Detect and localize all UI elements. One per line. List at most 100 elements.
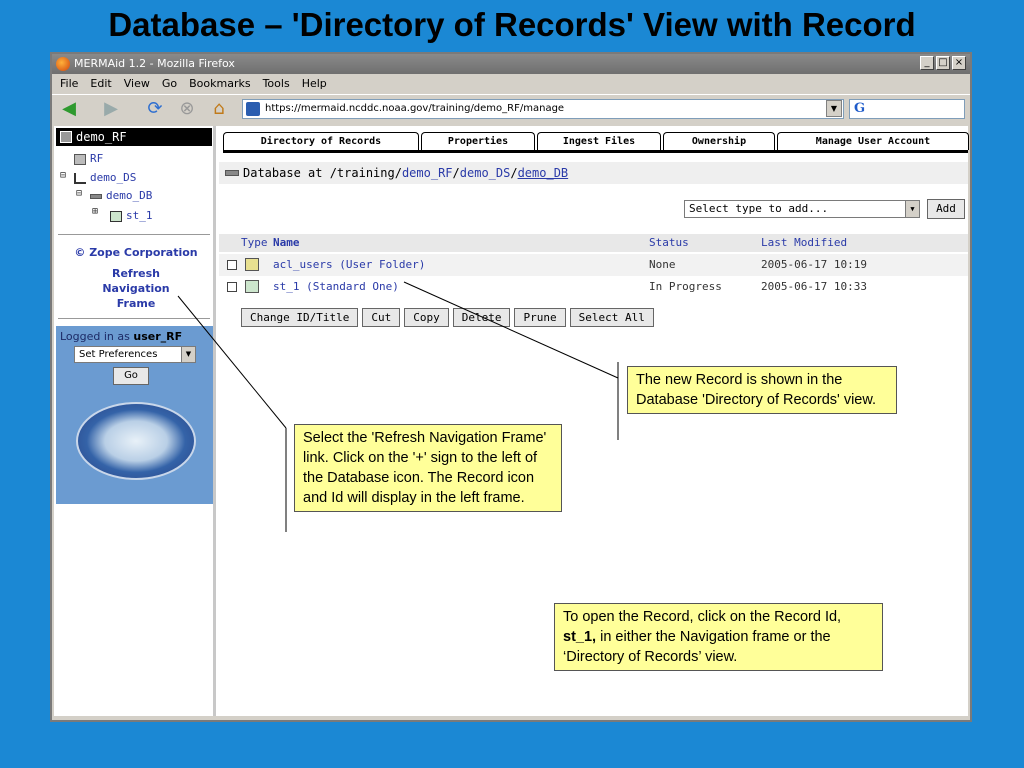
col-last-modified[interactable]: Last Modified: [761, 234, 847, 252]
callout-new-record: The new Record is shown in the Database …: [627, 366, 897, 414]
refresh-line-3: Frame: [116, 297, 156, 310]
collapse-icon[interactable]: ⊟: [60, 170, 66, 181]
url-text: https://mermaid.ncddc.noaa.gov/training/…: [265, 103, 565, 114]
change-id-title-button[interactable]: Change ID/Title: [241, 308, 359, 327]
login-panel: Logged in as user_RF Set Preferences ▼ G…: [56, 326, 213, 504]
table-row: st_1 (Standard One) In Progress 2005-06-…: [219, 276, 968, 298]
dataset-icon: [74, 172, 86, 184]
window-controls: _ □ ×: [920, 56, 966, 70]
collapse-icon[interactable]: ⊟: [76, 188, 82, 199]
username: user_RF: [133, 330, 183, 343]
menu-bookmarks[interactable]: Bookmarks: [189, 74, 250, 94]
nav-toolbar: ◀ ▶ ⟳ ⊗ ⌂ https://mermaid.ncddc.noaa.gov…: [52, 94, 970, 122]
back-arrow-icon[interactable]: ◀: [58, 99, 80, 119]
callout-open-record: To open the Record, click on the Record …: [554, 603, 883, 671]
ncddc-seal-logo: [76, 402, 196, 480]
action-buttons: Change ID/Title Cut Copy Delete Prune Se…: [241, 308, 654, 327]
refresh-navigation-link[interactable]: Refresh Navigation Frame: [62, 266, 210, 311]
divider: [58, 318, 210, 320]
table-header: Type Name Status Last Modified: [219, 234, 968, 252]
menu-bar: File Edit View Go Bookmarks Tools Help: [52, 74, 970, 94]
expand-icon[interactable]: ⊞: [92, 206, 98, 217]
chevron-down-icon[interactable]: ▼: [826, 100, 842, 117]
window-titlebar: MERMAid 1.2 - Mozilla Firefox _ □ ×: [52, 54, 970, 74]
callout-refresh-instructions: Select the 'Refresh Navigation Frame' li…: [294, 424, 562, 512]
row-name-link[interactable]: acl_users (User Folder): [273, 254, 425, 276]
go-button[interactable]: Go: [113, 367, 149, 385]
breadcrumb-demo-rf[interactable]: demo_RF: [402, 166, 453, 180]
home-icon[interactable]: ⌂: [208, 99, 230, 119]
menu-go[interactable]: Go: [162, 74, 177, 94]
col-name[interactable]: Name: [273, 234, 300, 252]
col-type[interactable]: Type: [241, 234, 268, 252]
window-title: MERMAid 1.2 - Mozilla Firefox: [74, 57, 235, 70]
tab-properties[interactable]: Properties: [421, 132, 535, 150]
reload-icon[interactable]: ⟳: [144, 99, 166, 119]
chevron-down-icon: ▼: [181, 347, 195, 362]
breadcrumb-demo-ds[interactable]: demo_DS: [460, 166, 511, 180]
database-icon: [225, 170, 239, 176]
menu-tools[interactable]: Tools: [263, 74, 290, 94]
tree-item-demo-db[interactable]: demo_DB: [90, 189, 152, 202]
search-input[interactable]: G: [849, 99, 965, 119]
cut-button[interactable]: Cut: [362, 308, 401, 327]
folder-icon: [60, 131, 72, 143]
tab-ingest-files[interactable]: Ingest Files: [537, 132, 661, 150]
row-status: None: [649, 258, 676, 271]
minimize-button[interactable]: _: [920, 56, 934, 70]
tab-ownership[interactable]: Ownership: [663, 132, 775, 150]
tab-underline: [223, 150, 968, 153]
copy-button[interactable]: Copy: [404, 308, 449, 327]
user-folder-icon: [245, 258, 259, 271]
tab-directory-of-records[interactable]: Directory of Records: [223, 132, 419, 150]
resource-icon: [74, 153, 86, 165]
row-status: In Progress: [649, 280, 722, 293]
breadcrumb-demo-db[interactable]: demo_DB: [518, 166, 569, 180]
menu-help[interactable]: Help: [302, 74, 327, 94]
google-icon: G: [854, 101, 866, 116]
url-bar[interactable]: https://mermaid.ncddc.noaa.gov/training/…: [242, 99, 844, 119]
divider: [58, 234, 210, 236]
add-type-select[interactable]: Select type to add... ▼: [684, 200, 920, 218]
firefox-icon: [56, 57, 70, 71]
close-button[interactable]: ×: [952, 56, 966, 70]
tree-item-st-1[interactable]: st_1: [110, 209, 153, 222]
table-row: acl_users (User Folder) None 2005-06-17 …: [219, 254, 968, 276]
tree-root-label: demo_RF: [76, 130, 127, 144]
row-checkbox[interactable]: [227, 282, 237, 292]
record-icon: [245, 280, 259, 293]
navigation-frame: demo_RF RF ⊟ demo_DS ⊟ demo_DB ⊞ st_1 © …: [54, 126, 216, 716]
chevron-down-icon: ▼: [905, 201, 919, 217]
refresh-line-1: Refresh: [112, 267, 160, 280]
tree-item-rf[interactable]: RF: [74, 152, 103, 165]
slide-title: Database – 'Directory of Records' View w…: [108, 6, 916, 43]
menu-view[interactable]: View: [124, 74, 150, 94]
preferences-select[interactable]: Set Preferences ▼: [74, 346, 196, 363]
menu-file[interactable]: File: [60, 74, 78, 94]
tree-root[interactable]: demo_RF: [56, 128, 212, 146]
menu-edit[interactable]: Edit: [90, 74, 111, 94]
database-icon: [90, 193, 102, 199]
delete-button[interactable]: Delete: [452, 308, 511, 327]
select-all-button[interactable]: Select All: [569, 308, 654, 327]
site-icon: [246, 102, 260, 116]
logged-in-text: Logged in as user_RF: [60, 330, 183, 343]
stop-icon[interactable]: ⊗: [176, 99, 198, 119]
zope-link[interactable]: © Zope Corporation: [62, 246, 210, 259]
add-button[interactable]: Add: [927, 199, 965, 219]
maximize-button[interactable]: □: [936, 56, 950, 70]
breadcrumb: Database at /training/demo_RF/demo_DS/de…: [219, 162, 968, 184]
row-name-link[interactable]: st_1 (Standard One): [273, 276, 399, 298]
tab-bar: Directory of Records Properties Ingest F…: [223, 132, 969, 150]
row-modified: 2005-06-17 10:19: [761, 258, 867, 271]
callout-record-id: st_1,: [563, 629, 597, 645]
tab-manage-user-account[interactable]: Manage User Account: [777, 132, 969, 150]
row-modified: 2005-06-17 10:33: [761, 280, 867, 293]
record-icon: [110, 210, 122, 222]
tree-item-demo-ds[interactable]: demo_DS: [74, 171, 136, 184]
forward-arrow-icon[interactable]: ▶: [100, 99, 122, 119]
refresh-line-2: Navigation: [102, 282, 170, 295]
prune-button[interactable]: Prune: [514, 308, 566, 327]
row-checkbox[interactable]: [227, 260, 237, 270]
col-status[interactable]: Status: [649, 234, 689, 252]
